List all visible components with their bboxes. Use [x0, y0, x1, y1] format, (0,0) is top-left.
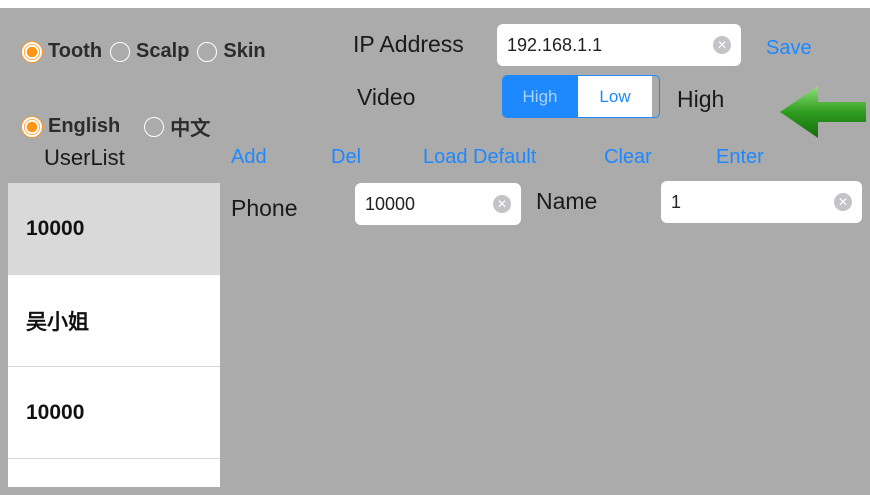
radio-scalp[interactable]: Scalp [110, 40, 189, 63]
name-field[interactable]: 1 ✕ [661, 181, 862, 223]
load-default-button[interactable]: Load Default [423, 146, 536, 169]
clear-icon[interactable]: ✕ [713, 36, 731, 54]
clear-icon[interactable]: ✕ [834, 193, 852, 211]
ip-address-label: IP Address [353, 31, 464, 57]
top-strip [0, 0, 870, 8]
add-button[interactable]: Add [231, 146, 267, 169]
radio-skin-label: Skin [223, 40, 266, 62]
radio-tooth[interactable]: Tooth [22, 40, 102, 63]
video-high-option[interactable]: High [503, 76, 577, 117]
clear-button[interactable]: Clear [604, 146, 652, 169]
radio-selected-icon [22, 41, 42, 62]
language-radio-group: English 中文 [22, 112, 210, 141]
video-quality-segmented: High Low [502, 75, 660, 118]
radio-unselected-icon [144, 116, 165, 137]
phone-field[interactable]: 10000 ✕ [355, 183, 521, 225]
phone-value: 10000 [365, 193, 416, 214]
video-low-option[interactable]: Low [577, 76, 652, 117]
video-current-value: High [677, 86, 725, 112]
name-value: 1 [671, 191, 682, 212]
radio-chinese[interactable]: 中文 [144, 112, 210, 141]
radio-chinese-label: 中文 [170, 118, 211, 140]
user-list: 10000 吴小姐 10000 [8, 183, 220, 487]
list-item[interactable]: 10000 [8, 367, 220, 459]
delete-button[interactable]: Del [331, 146, 361, 169]
radio-skin[interactable]: Skin [197, 40, 266, 63]
phone-label: Phone [231, 195, 298, 221]
list-item[interactable]: 10000 [8, 183, 220, 275]
video-label: Video [357, 84, 416, 110]
radio-scalp-label: Scalp [136, 40, 190, 62]
name-label: Name [536, 188, 598, 214]
clear-icon[interactable]: ✕ [493, 195, 511, 213]
left-arrow-icon [778, 82, 868, 147]
list-item[interactable]: 吴小姐 [8, 275, 220, 367]
userlist-title: UserList [44, 145, 125, 170]
save-button[interactable]: Save [766, 37, 812, 60]
radio-selected-icon [22, 116, 42, 137]
enter-button[interactable]: Enter [716, 146, 764, 169]
ip-address-field[interactable]: 192.168.1.1 ✕ [497, 24, 741, 66]
mode-radio-group: Tooth Scalp Skin [22, 40, 266, 63]
radio-tooth-label: Tooth [48, 40, 103, 62]
radio-unselected-icon [110, 41, 131, 62]
ip-address-value: 192.168.1.1 [507, 34, 603, 55]
radio-english-label: English [48, 115, 121, 137]
radio-english[interactable]: English [22, 115, 120, 138]
radio-unselected-icon [197, 41, 218, 62]
